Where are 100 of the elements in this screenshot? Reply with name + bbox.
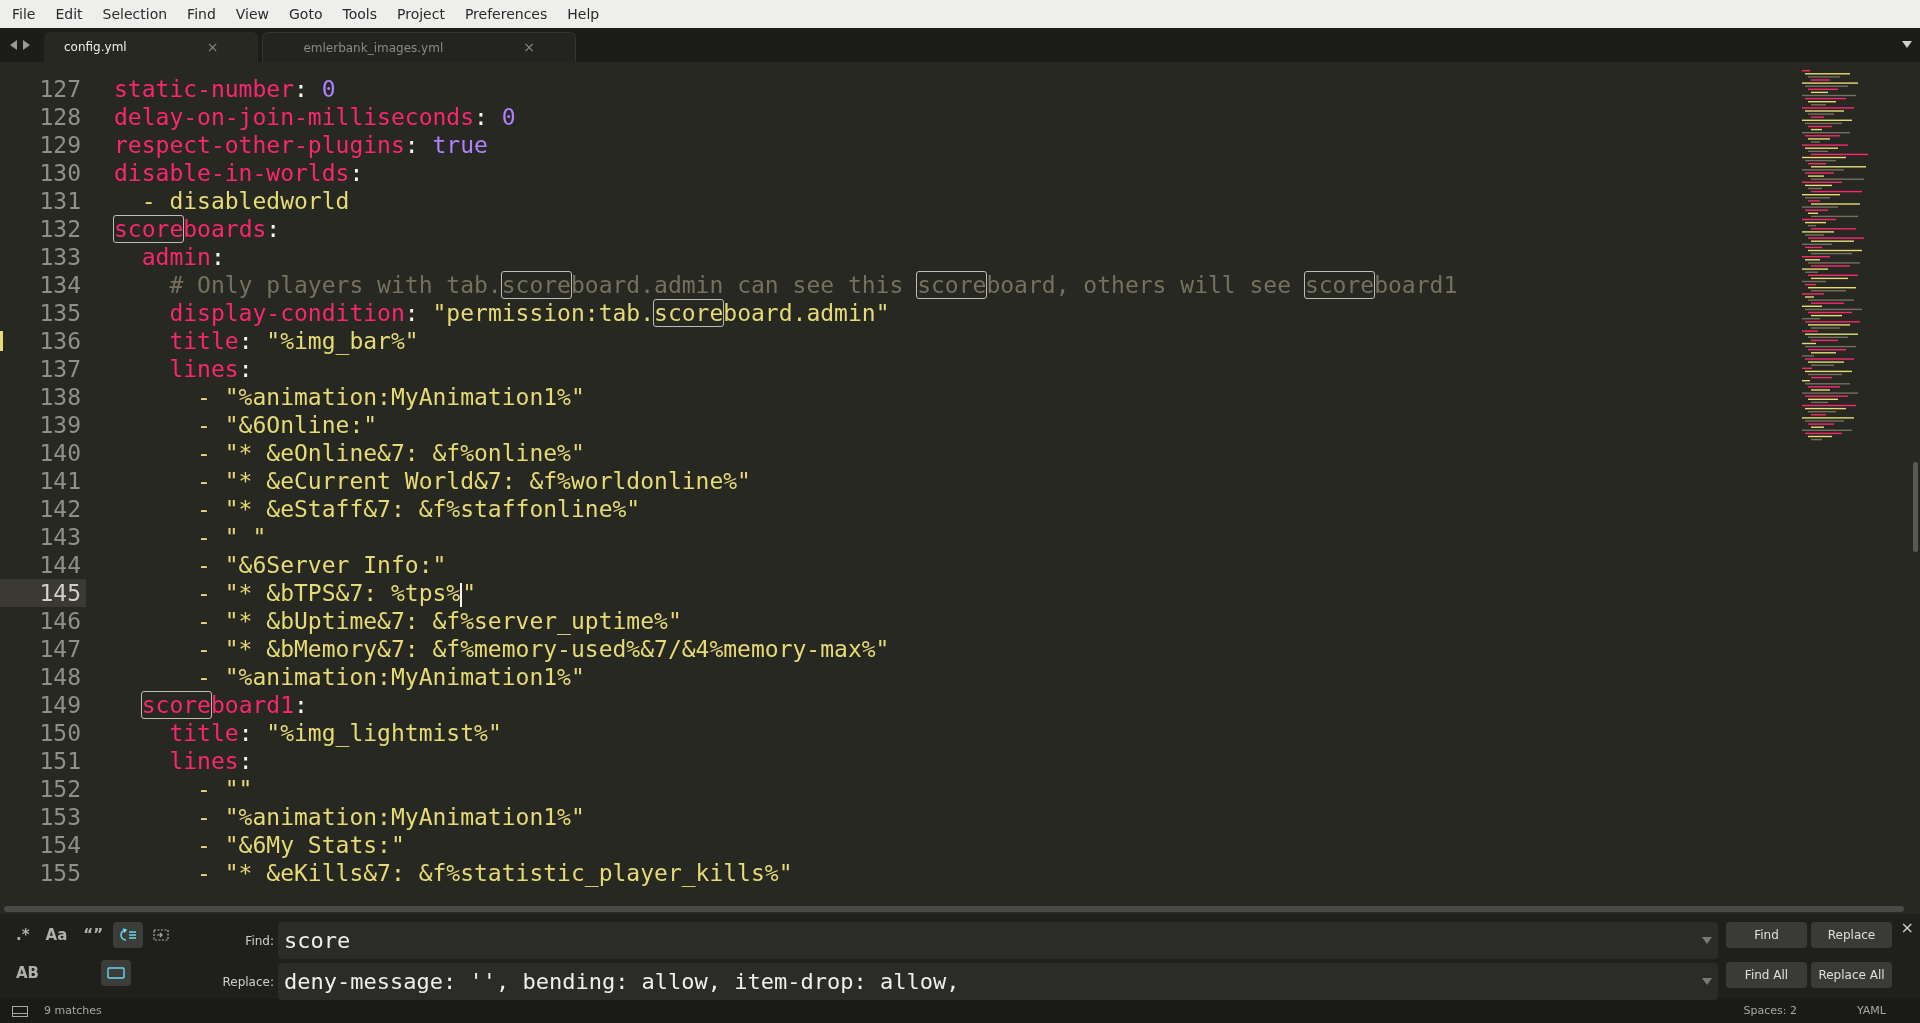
line-number: 154 <box>39 831 82 859</box>
option-toggle[interactable]: AB <box>10 960 46 986</box>
option-button[interactable] <box>113 922 143 948</box>
code-line: admin: <box>140 243 225 271</box>
close-icon[interactable]: × <box>523 37 535 58</box>
menu-item[interactable]: Preferences <box>454 3 558 25</box>
editor-tab[interactable]: config.yml × <box>44 32 259 62</box>
code-line: - "* &eOnline&7: &f%online%" <box>196 439 585 467</box>
selection-icon <box>153 929 169 941</box>
code-line: disable-in-worlds: <box>113 159 364 187</box>
line-number: 136 <box>39 327 82 355</box>
line-number: 137 <box>39 355 82 383</box>
menu-item[interactable]: Selection <box>92 3 178 25</box>
line-number: 135 <box>39 299 82 327</box>
history-dropdown-icon[interactable] <box>1702 978 1712 985</box>
panel-toggle-icon[interactable] <box>12 1005 28 1017</box>
highlight-icon <box>107 967 126 979</box>
field-label: Find: <box>244 932 274 950</box>
code-line: - "* &bUptime&7: &f%server_uptime%" <box>196 607 682 635</box>
line-number: 130 <box>39 159 82 187</box>
line-number: 148 <box>39 663 82 691</box>
code-line: lines: <box>168 747 253 775</box>
editor-tab[interactable]: emlerbank_images.yml × <box>262 32 576 62</box>
line-number: 153 <box>39 803 82 831</box>
scrollbar-thumb[interactable] <box>1913 462 1918 552</box>
menu-item[interactable]: File <box>2 3 46 25</box>
status-text: 9 matches <box>44 1002 102 1019</box>
syntax-status[interactable]: YAML <box>1857 1002 1886 1020</box>
replace-field[interactable]: deny-message: '', bending: allow, item-drop: allow, <box>278 963 1718 1000</box>
field-label: Replace: <box>221 973 274 991</box>
code-line: - "&6Online:" <box>196 411 378 439</box>
code-line: static-number: 0 <box>113 75 336 103</box>
menu-item[interactable]: Project <box>387 3 455 25</box>
line-number: 155 <box>39 859 82 887</box>
line-number: 132 <box>39 215 82 243</box>
indentation-status[interactable]: Spaces: 2 <box>1743 1002 1797 1020</box>
code-line: display-condition: "permission:tab.scoreboard.admin" <box>168 299 890 327</box>
line-number: 140 <box>39 439 82 467</box>
close-icon[interactable]: × <box>206 36 219 58</box>
menu-item[interactable]: Tools <box>332 3 387 25</box>
code-line: title: "%img_bar%" <box>168 327 419 355</box>
option-toggle[interactable]: .* <box>10 922 36 948</box>
forward-arrow-icon[interactable] <box>22 40 30 50</box>
code-line: - "* &eCurrent World&7: &f%worldonline%" <box>196 467 751 495</box>
code-line: - "%animation:MyAnimation1%" <box>196 383 585 411</box>
code-line: - "&6My Stats:" <box>196 831 405 859</box>
line-number: 152 <box>39 775 82 803</box>
close-icon[interactable]: × <box>1900 916 1914 940</box>
panel-button[interactable]: Replace <box>1811 922 1892 948</box>
code-line: - "* &bMemory&7: &f%memory-used%&7/&4%memory-max%" <box>196 635 890 663</box>
line-number: 134 <box>39 271 82 299</box>
code-line: - "" <box>196 775 253 803</box>
code-line: lines: <box>168 355 253 383</box>
wrap-icon <box>119 928 137 942</box>
code-line: scoreboard1: <box>140 691 308 719</box>
line-number: 151 <box>39 747 82 775</box>
code-line: - "* &eKills&7: &f%statistic_player_kills%" <box>196 859 793 887</box>
panel-button[interactable]: Replace All <box>1811 962 1892 988</box>
code-line: title: "%img_lightmist%" <box>168 719 502 747</box>
code-line: - disabledworld <box>140 187 350 215</box>
code-line: - " " <box>196 523 267 551</box>
line-number: 142 <box>39 495 82 523</box>
history-dropdown-icon[interactable] <box>1702 937 1712 944</box>
panel-button[interactable]: Find All <box>1726 962 1807 988</box>
menu-item[interactable]: Find <box>177 3 226 25</box>
menu-item[interactable]: Edit <box>45 3 93 25</box>
menu-item[interactable]: Help <box>557 3 610 25</box>
back-arrow-icon[interactable] <box>10 40 18 50</box>
code-line: - "%animation:MyAnimation1%" <box>196 663 585 691</box>
code-line: scoreboards: <box>113 215 281 243</box>
line-number: 138 <box>39 383 82 411</box>
panel-button[interactable]: Find <box>1726 922 1807 948</box>
line-number: 139 <box>39 411 82 439</box>
dropdown-icon[interactable] <box>1902 41 1912 48</box>
menu-item[interactable]: Goto <box>279 3 333 25</box>
line-number: 141 <box>39 467 82 495</box>
line-number: 149 <box>39 691 82 719</box>
code-line: delay-on-join-milliseconds: 0 <box>113 103 516 131</box>
line-number: 133 <box>39 243 82 271</box>
line-number: 146 <box>39 607 82 635</box>
line-number: 128 <box>39 103 82 131</box>
line-number: 143 <box>39 523 82 551</box>
code-line: # Only players with tab.scoreboard.admin can see this scoreboard, others will see scoreboard1 <box>168 271 1458 299</box>
option-button[interactable] <box>101 960 132 986</box>
code-line: - "&6Server Info:" <box>196 551 447 579</box>
code-line: - "* &eStaff&7: &f%staffonline%" <box>196 495 641 523</box>
line-number: 144 <box>39 551 82 579</box>
line-number: 145 <box>39 579 82 607</box>
line-number: 147 <box>39 635 82 663</box>
line-number: 129 <box>39 131 82 159</box>
find-field[interactable]: score <box>278 922 1718 959</box>
code-line: - "%animation:MyAnimation1%" <box>196 803 585 831</box>
menu-item[interactable]: View <box>225 3 279 25</box>
option-toggle[interactable]: Aa <box>39 922 74 948</box>
line-number: 127 <box>39 75 82 103</box>
option-toggle[interactable]: “” <box>77 922 109 948</box>
code-line: - "* &bTPS&7: %tps%" <box>196 579 477 607</box>
line-number: 150 <box>39 719 82 747</box>
horizontal-scrollbar[interactable] <box>4 906 1904 912</box>
line-number: 131 <box>39 187 82 215</box>
